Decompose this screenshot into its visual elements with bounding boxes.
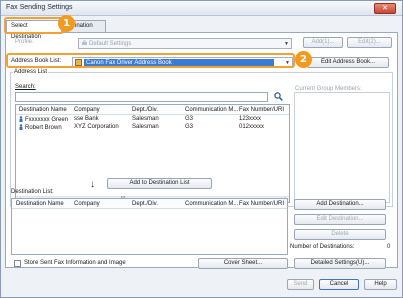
callout-1-highlight: [4, 17, 64, 34]
column-destination-name[interactable]: Destination Name: [19, 107, 67, 113]
callout-2-badge: 2: [295, 51, 312, 68]
detailed-settings-button[interactable]: Detailed Settings(U)...: [294, 258, 386, 269]
cover-sheet-button[interactable]: Cover Sheet...: [198, 258, 288, 269]
fax-number: 012xxxxx: [239, 124, 265, 130]
add-destination-button[interactable]: Add Destination...: [294, 199, 386, 210]
chevron-down-icon: ▼: [284, 41, 289, 47]
store-fax-label: Store Sent Fax Information and Image: [24, 260, 126, 266]
communication-mode: G3: [185, 116, 194, 122]
destination-list-table[interactable]: Destination Name Company Dept./Div. Comm…: [11, 198, 288, 255]
communication-mode: G3: [185, 124, 194, 130]
address-list-header: Destination Name Company Dept./Div. Comm…: [16, 105, 289, 115]
current-group-members-list[interactable]: [294, 92, 390, 203]
add-profile-button[interactable]: Add(1)...: [303, 37, 343, 48]
number-of-destinations-value: 0: [387, 244, 391, 250]
callout-2-highlight: [6, 53, 295, 68]
dept: Salesman: [132, 116, 159, 122]
fax-sending-settings-window: Fax Sending Settings ✕ Select Destinatio…: [0, 0, 403, 298]
search-label: Search:: [15, 84, 36, 90]
store-fax-checkbox[interactable]: [14, 260, 21, 267]
close-button[interactable]: ✕: [374, 3, 396, 14]
table-row[interactable]: Fxxxxxxx Green sse Bank Salesman G3 123x…: [16, 116, 289, 124]
table-row[interactable]: Robert Brown XYZ Corporation Salesman G3…: [16, 124, 289, 132]
destination-name: Fxxxxxxx Green: [25, 117, 69, 123]
send-button[interactable]: Send: [287, 279, 314, 290]
address-list-label: Address List: [13, 69, 49, 75]
column-company[interactable]: Company: [74, 107, 100, 113]
company: XYZ Corporation: [74, 124, 119, 130]
cancel-button[interactable]: Cancel: [319, 279, 359, 290]
column-fax-number[interactable]: Fax Number/URI: [239, 107, 284, 113]
search-icon[interactable]: [274, 92, 283, 101]
delete-destination-button[interactable]: Delete: [294, 229, 386, 240]
company: sse Bank: [74, 116, 99, 122]
column-dept[interactable]: Dept./Div.: [132, 201, 158, 207]
callout-1-badge: 1: [58, 15, 75, 32]
destination-list-label: Destination List:: [11, 189, 54, 195]
edit-profile-button[interactable]: Edit(2)...: [347, 37, 392, 48]
number-of-destinations-label: Number of Destinations:: [290, 244, 355, 250]
person-icon: [19, 124, 23, 130]
destination-name: Robert Brown: [25, 125, 62, 131]
person-icon: [19, 116, 23, 122]
help-button[interactable]: Help: [364, 279, 397, 290]
add-to-destination-list-button[interactable]: Add to Destination List: [107, 178, 212, 189]
profile-value: Default Settings: [89, 41, 132, 47]
destination-list-header: Destination Name Company Dept./Div. Comm…: [12, 199, 287, 209]
column-fax-number[interactable]: Fax Number/URI: [239, 201, 284, 207]
fax-number: 123xxxx: [239, 116, 262, 122]
edit-address-book-button[interactable]: Edit Address Book...: [307, 57, 389, 68]
column-communication-mode[interactable]: Communication M...: [185, 201, 238, 207]
window-title: Fax Sending Settings: [6, 4, 73, 11]
edit-destination-button[interactable]: Edit Destination...: [294, 214, 386, 225]
printer-icon: [82, 40, 87, 45]
column-dept[interactable]: Dept./Div.: [132, 107, 158, 113]
column-communication-mode[interactable]: Communication M...: [185, 107, 238, 113]
profile-combo[interactable]: Default Settings ▼: [78, 38, 292, 49]
title-bar: Fax Sending Settings ✕: [1, 1, 402, 16]
column-destination-name[interactable]: Destination Name: [16, 201, 64, 207]
search-input[interactable]: [15, 92, 268, 102]
column-company[interactable]: Company: [74, 201, 100, 207]
dept: Salesman: [132, 124, 159, 130]
arrow-down-icon: ↓: [90, 179, 95, 190]
